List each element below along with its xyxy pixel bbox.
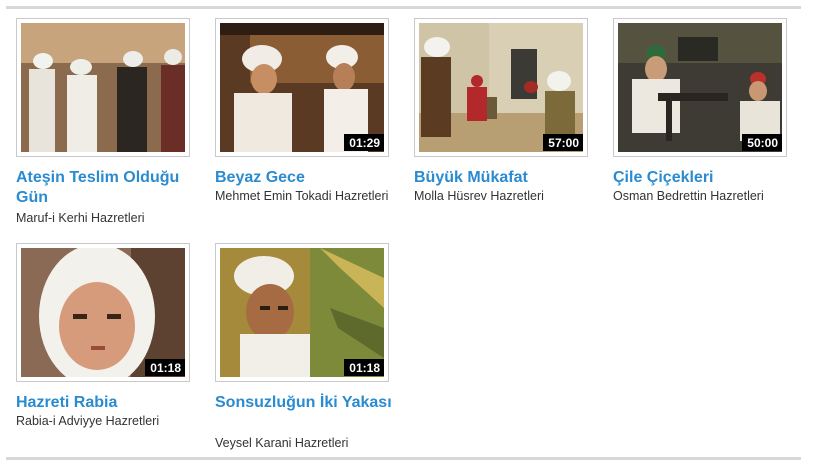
bottom-divider	[6, 457, 801, 460]
video-thumbnail[interactable]: 57:00	[414, 18, 588, 157]
video-title[interactable]: Çile Çiçekleri	[613, 168, 798, 188]
video-title[interactable]: Hazreti Rabia	[16, 393, 201, 413]
video-thumbnail[interactable]: 01:18	[215, 243, 389, 382]
thumbnail-image	[220, 23, 384, 152]
duration-badge: 01:18	[145, 359, 185, 376]
video-title[interactable]: Ateşin Teslim Olduğu Gün	[16, 168, 201, 208]
video-thumbnail[interactable]: 01:29	[215, 18, 389, 157]
video-thumbnail[interactable]: 50:00	[613, 18, 787, 157]
video-person: Mehmet Emin Tokadi Hazretleri	[215, 189, 389, 203]
thumbnail-image	[220, 248, 384, 377]
video-thumbnail[interactable]: 01:18	[16, 243, 190, 382]
duration-badge: 50:00	[742, 134, 782, 151]
video-person: Osman Bedrettin Hazretleri	[613, 189, 764, 203]
video-title[interactable]: Beyaz Gece	[215, 168, 400, 188]
video-person: Rabia-i Adviyye Hazretleri	[16, 414, 160, 428]
duration-badge: 01:29	[344, 134, 384, 151]
video-person: Veysel Karani Hazretleri	[215, 436, 349, 450]
video-title[interactable]: Büyük Mükafat	[414, 168, 599, 188]
thumbnail-image	[419, 23, 583, 152]
video-person: Molla Hüsrev Hazretleri	[414, 189, 544, 203]
video-grid: Ateşin Teslim Olduğu Gün Maruf-i Kerhi H…	[0, 0, 813, 470]
duration-badge: 01:18	[344, 359, 384, 376]
video-person: Maruf-i Kerhi Hazretleri	[16, 211, 145, 225]
thumbnail-image	[618, 23, 782, 152]
duration-badge: 57:00	[543, 134, 583, 151]
video-thumbnail[interactable]	[16, 18, 190, 157]
thumbnail-image	[21, 23, 185, 152]
thumbnail-image	[21, 248, 185, 377]
video-title[interactable]: Sonsuzluğun İki Yakası	[215, 393, 400, 413]
